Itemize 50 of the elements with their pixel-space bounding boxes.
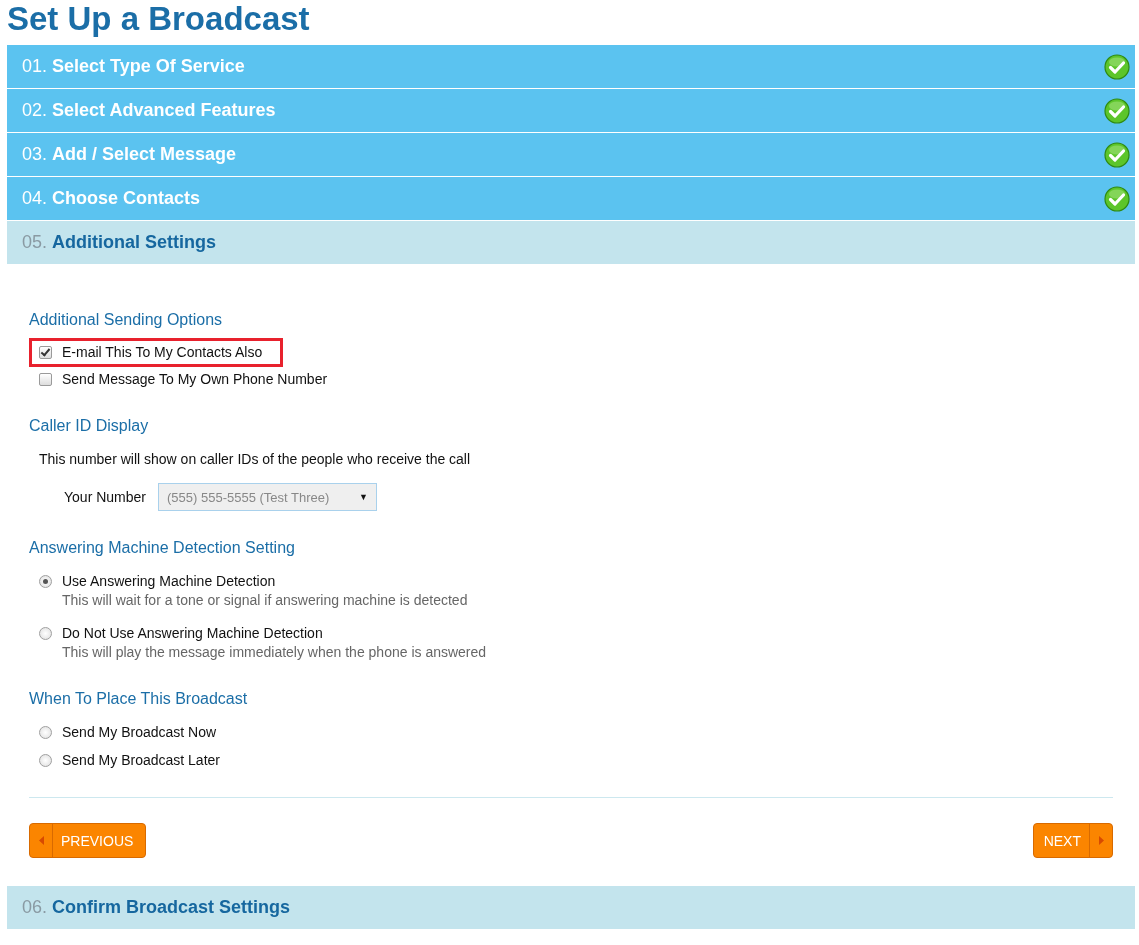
radio-button[interactable]: [39, 627, 52, 640]
checkmark-icon: [1104, 141, 1130, 168]
radio-label: Do Not Use Answering Machine Detection: [62, 625, 323, 641]
radio-button[interactable]: [39, 726, 52, 739]
step-title: Confirm Broadcast Settings: [52, 897, 292, 918]
checkmark-icon: [1104, 53, 1130, 80]
step-header[interactable]: 06. Confirm Broadcast Settings: [7, 886, 1135, 930]
right-triangle-icon: [1098, 836, 1104, 845]
page-title: Set Up a Broadcast: [6, 0, 311, 39]
section-heading: Answering Machine Detection Setting: [29, 538, 296, 557]
step-number: 04.: [22, 188, 48, 209]
checkbox-label: Send Message To My Own Phone Number: [62, 370, 328, 389]
step-title: Add / Select Message: [52, 144, 238, 165]
option-hint: This will play the message immediately when the phone is answered: [62, 643, 487, 662]
field-label: Your Number: [64, 489, 146, 505]
step-title: Choose Contacts: [52, 188, 202, 209]
radio-button[interactable]: [39, 754, 52, 767]
radio-label: Use Answering Machine Detection: [62, 573, 276, 589]
step-header[interactable]: 03. Add / Select Message: [7, 133, 1135, 177]
checkmark-icon: [1104, 185, 1130, 212]
step-header[interactable]: 05. Additional Settings: [7, 221, 1135, 265]
step-number: 05.: [22, 232, 48, 253]
left-triangle-icon: [38, 836, 44, 845]
step-header[interactable]: 04. Choose Contacts: [7, 177, 1135, 221]
radio-label: Send My Broadcast Now: [62, 724, 217, 740]
step-title: Additional Settings: [52, 232, 218, 253]
dropdown-value: (555) 555-5555 (Test Three): [167, 489, 330, 505]
step-header[interactable]: 02. Select Advanced Features: [7, 89, 1135, 133]
previous-button[interactable]: PREVIOUS: [29, 823, 147, 858]
step-title: Select Advanced Features: [52, 100, 277, 121]
radio-label: Send My Broadcast Later: [62, 752, 220, 768]
step-number: 03.: [22, 144, 48, 165]
option-hint: This will wait for a tone or signal if answering machine is detected: [62, 591, 468, 610]
checkmark-icon: [1104, 97, 1130, 124]
section-heading: Caller ID Display: [29, 416, 150, 435]
step-number: 01.: [22, 56, 48, 77]
step-title: Select Type Of Service: [52, 56, 246, 77]
step-number: 02.: [22, 100, 48, 121]
checkbox[interactable]: [39, 346, 52, 359]
step-header[interactable]: 01. Select Type Of Service: [7, 45, 1135, 89]
checkbox-label: E-mail This To My Contacts Also: [62, 343, 263, 362]
step-number: 06.: [22, 897, 48, 918]
section-heading: Additional Sending Options: [29, 310, 224, 329]
number-dropdown[interactable]: (555) 555-5555 (Test Three) ▼: [158, 483, 377, 511]
radio-button[interactable]: [39, 575, 52, 588]
next-button[interactable]: NEXT: [1032, 823, 1113, 858]
checkbox[interactable]: [39, 373, 52, 386]
section-heading: When To Place This Broadcast: [29, 689, 249, 708]
caret-icon: ▼: [359, 492, 368, 502]
caller-id-note: This number will show on caller IDs of the people who receive the call: [39, 450, 472, 469]
